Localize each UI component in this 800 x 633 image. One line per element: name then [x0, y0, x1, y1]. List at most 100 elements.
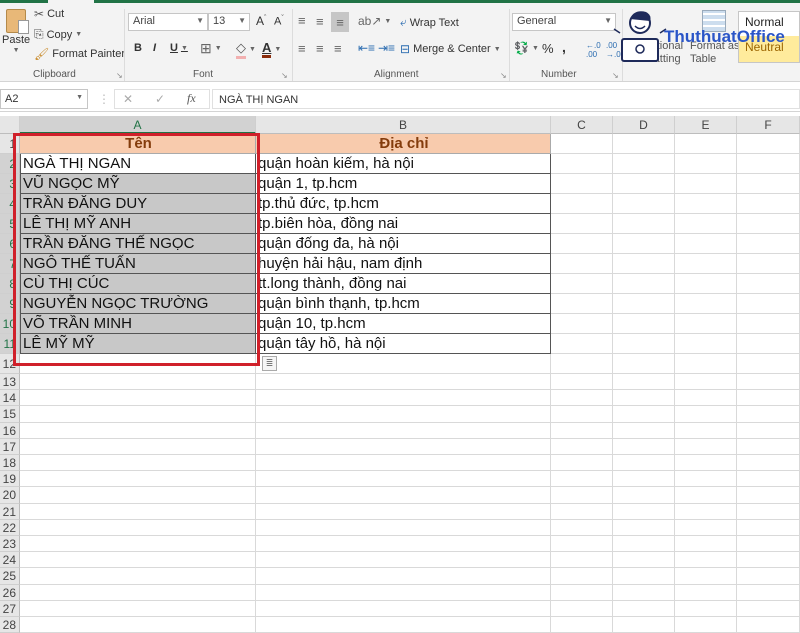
row-header[interactable]: 28	[0, 617, 20, 633]
row-header[interactable]: 12	[0, 354, 20, 374]
cell[interactable]	[737, 487, 800, 504]
cell[interactable]	[20, 455, 256, 472]
cell[interactable]	[675, 519, 737, 536]
header-cell-ten[interactable]: Tên	[20, 134, 256, 154]
cell[interactable]	[737, 134, 800, 154]
cell[interactable]	[20, 438, 256, 455]
cell[interactable]	[551, 234, 613, 254]
cell[interactable]	[551, 314, 613, 334]
cell[interactable]	[613, 600, 675, 617]
cell[interactable]	[256, 617, 551, 633]
accounting-format-button[interactable]: 💱 ▼	[514, 41, 539, 55]
cell[interactable]	[675, 455, 737, 472]
cell[interactable]	[675, 214, 737, 234]
cell[interactable]	[675, 390, 737, 407]
align-bottom-button[interactable]: ≡	[331, 12, 349, 32]
row-header[interactable]: 20	[0, 487, 20, 504]
cell[interactable]	[551, 214, 613, 234]
row-header[interactable]: 17	[0, 438, 20, 455]
row-header[interactable]: 8	[0, 274, 20, 294]
enter-icon[interactable]: ✓	[155, 92, 165, 106]
cell[interactable]	[20, 600, 256, 617]
cell[interactable]	[737, 214, 800, 234]
cell[interactable]	[613, 536, 675, 553]
comma-button[interactable]: ,	[562, 39, 566, 55]
cell-name[interactable]: LÊ MỸ MỸ	[20, 334, 256, 354]
cell[interactable]	[613, 274, 675, 294]
cell[interactable]	[613, 294, 675, 314]
cell[interactable]	[675, 568, 737, 585]
cell[interactable]	[20, 536, 256, 553]
cell[interactable]	[675, 487, 737, 504]
row-header[interactable]: 11	[0, 334, 20, 354]
cell[interactable]	[551, 254, 613, 274]
row-header[interactable]: 13	[0, 374, 20, 391]
cell[interactable]	[551, 374, 613, 391]
row-header[interactable]: 18	[0, 455, 20, 472]
row-header[interactable]: 1	[0, 134, 20, 154]
cell[interactable]	[613, 503, 675, 520]
cell[interactable]	[613, 471, 675, 488]
cell-name[interactable]: TRẦN ĐĂNG DUY	[20, 194, 256, 214]
italic-button[interactable]: I	[153, 42, 156, 54]
cell[interactable]	[675, 617, 737, 633]
font-size-combo[interactable]: 13 ▼	[208, 13, 250, 31]
cell[interactable]	[551, 354, 613, 374]
cell[interactable]	[256, 455, 551, 472]
cell[interactable]	[256, 438, 551, 455]
row-header[interactable]: 3	[0, 174, 20, 194]
cell[interactable]	[737, 455, 800, 472]
cell-name[interactable]: NGUYỄN NGỌC TRƯỜNG	[20, 294, 256, 314]
clipboard-launcher-icon[interactable]: ↘	[116, 71, 123, 80]
cell[interactable]	[551, 274, 613, 294]
cell[interactable]	[737, 503, 800, 520]
cell[interactable]	[20, 374, 256, 391]
cell-name[interactable]: TRẦN ĐĂNG THẾ NGỌC	[20, 234, 256, 254]
cell[interactable]	[256, 471, 551, 488]
paste-button[interactable]: Paste ▼	[2, 9, 30, 54]
quick-analysis-icon[interactable]: ≣	[262, 356, 277, 371]
cell[interactable]	[551, 134, 613, 154]
cell[interactable]	[737, 406, 800, 423]
row-header[interactable]: 19	[0, 471, 20, 488]
cell-address[interactable]: quận 1, tp.hcm	[256, 174, 551, 194]
cell[interactable]	[613, 617, 675, 633]
row-header[interactable]: 14	[0, 390, 20, 407]
header-cell-dia-chi[interactable]: Địa chỉ	[256, 134, 551, 154]
cell[interactable]	[675, 536, 737, 553]
row-header[interactable]: 9	[0, 294, 20, 314]
cell[interactable]	[737, 194, 800, 214]
fill-color-button[interactable]: ◇ ▼	[236, 40, 256, 59]
cell-name[interactable]: NGÔ THẾ TUẤN	[20, 254, 256, 274]
cell[interactable]	[613, 422, 675, 439]
cell[interactable]	[551, 438, 613, 455]
cell[interactable]	[613, 374, 675, 391]
cell[interactable]	[675, 374, 737, 391]
cell[interactable]	[675, 314, 737, 334]
cell[interactable]	[20, 552, 256, 569]
merge-center-button[interactable]: ⊟ Merge & Center ▼	[400, 42, 501, 56]
cell[interactable]	[20, 584, 256, 601]
column-header-e[interactable]: E	[675, 116, 737, 134]
copy-button[interactable]: ⎘ Copy ▼	[34, 27, 82, 42]
select-all-corner[interactable]	[0, 116, 20, 134]
cell-name[interactable]: CÙ THỊ CÚC	[20, 274, 256, 294]
column-header-a[interactable]: A	[20, 116, 256, 134]
cell[interactable]	[675, 274, 737, 294]
cell[interactable]	[737, 617, 800, 633]
cell[interactable]	[551, 519, 613, 536]
cell[interactable]	[675, 334, 737, 354]
cell[interactable]	[737, 334, 800, 354]
cell[interactable]	[737, 471, 800, 488]
cell[interactable]	[675, 471, 737, 488]
align-center-button[interactable]: ≡	[316, 41, 324, 56]
cell[interactable]	[613, 174, 675, 194]
cell[interactable]	[613, 194, 675, 214]
row-header[interactable]: 23	[0, 536, 20, 553]
cell[interactable]	[551, 471, 613, 488]
decrease-font-button[interactable]: Aˇ	[274, 15, 284, 28]
cell[interactable]	[737, 536, 800, 553]
cell[interactable]	[551, 294, 613, 314]
cell[interactable]	[675, 503, 737, 520]
cell[interactable]	[551, 390, 613, 407]
